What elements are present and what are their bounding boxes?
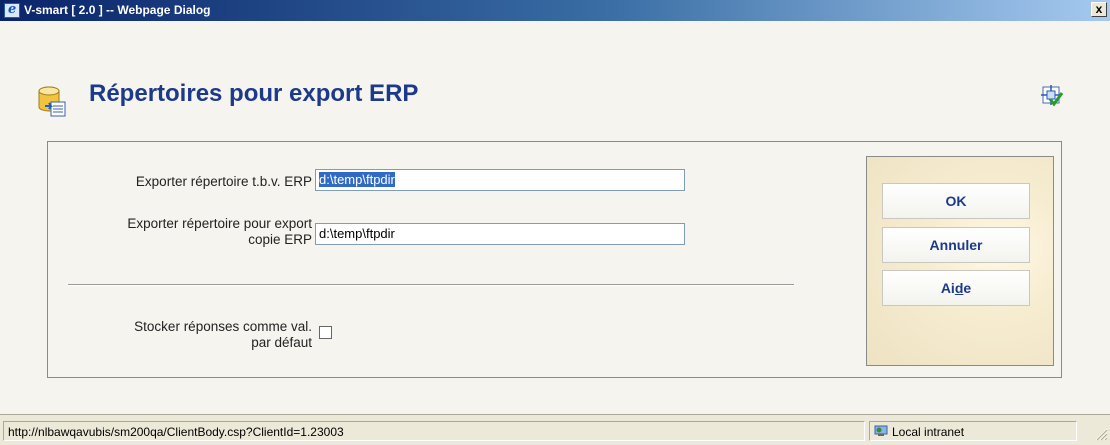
export-copy-dir-input[interactable]: d:\temp\ftpdir xyxy=(315,223,685,245)
ok-button[interactable]: OK xyxy=(882,183,1030,219)
ie-icon xyxy=(4,2,20,18)
separator xyxy=(68,284,794,286)
zone-label: Local intranet xyxy=(892,425,965,439)
page-title: Répertoires pour export ERP xyxy=(89,80,419,107)
button-area: OK Annuler Aide xyxy=(866,156,1054,366)
main-panel: Exporter répertoire t.b.v. ERP d:\temp\f… xyxy=(47,141,1062,378)
export-dir-value: d:\temp\ftpdir xyxy=(319,172,395,187)
store-defaults-checkbox[interactable] xyxy=(319,326,332,339)
security-zone: Local intranet xyxy=(869,421,1077,441)
help-button[interactable]: Aide xyxy=(882,270,1030,306)
database-export-icon xyxy=(38,86,66,117)
export-copy-dir-value: d:\temp\ftpdir xyxy=(319,226,395,241)
export-dir-input[interactable]: d:\temp\ftpdir xyxy=(315,169,685,191)
export-copy-dir-label: Exporter répertoire pour export copie ER… xyxy=(127,216,312,247)
close-button[interactable]: x xyxy=(1091,2,1107,17)
status-url: http://nlbawqavubis/sm200qa/ClientBody.c… xyxy=(3,421,865,441)
shortcut-check-icon[interactable] xyxy=(1040,84,1064,108)
intranet-icon xyxy=(874,425,888,436)
window-title: V-smart [ 2.0 ] -- Webpage Dialog xyxy=(24,3,211,17)
status-bar: http://nlbawqavubis/sm200qa/ClientBody.c… xyxy=(0,414,1110,445)
title-bar: V-smart [ 2.0 ] -- Webpage Dialog x xyxy=(0,0,1110,21)
resize-grip-icon[interactable] xyxy=(1092,425,1108,441)
cancel-button[interactable]: Annuler xyxy=(882,227,1030,263)
store-defaults-label: Stocker réponses comme val. par défaut xyxy=(134,319,312,350)
export-dir-label: Exporter répertoire t.b.v. ERP xyxy=(135,174,312,189)
